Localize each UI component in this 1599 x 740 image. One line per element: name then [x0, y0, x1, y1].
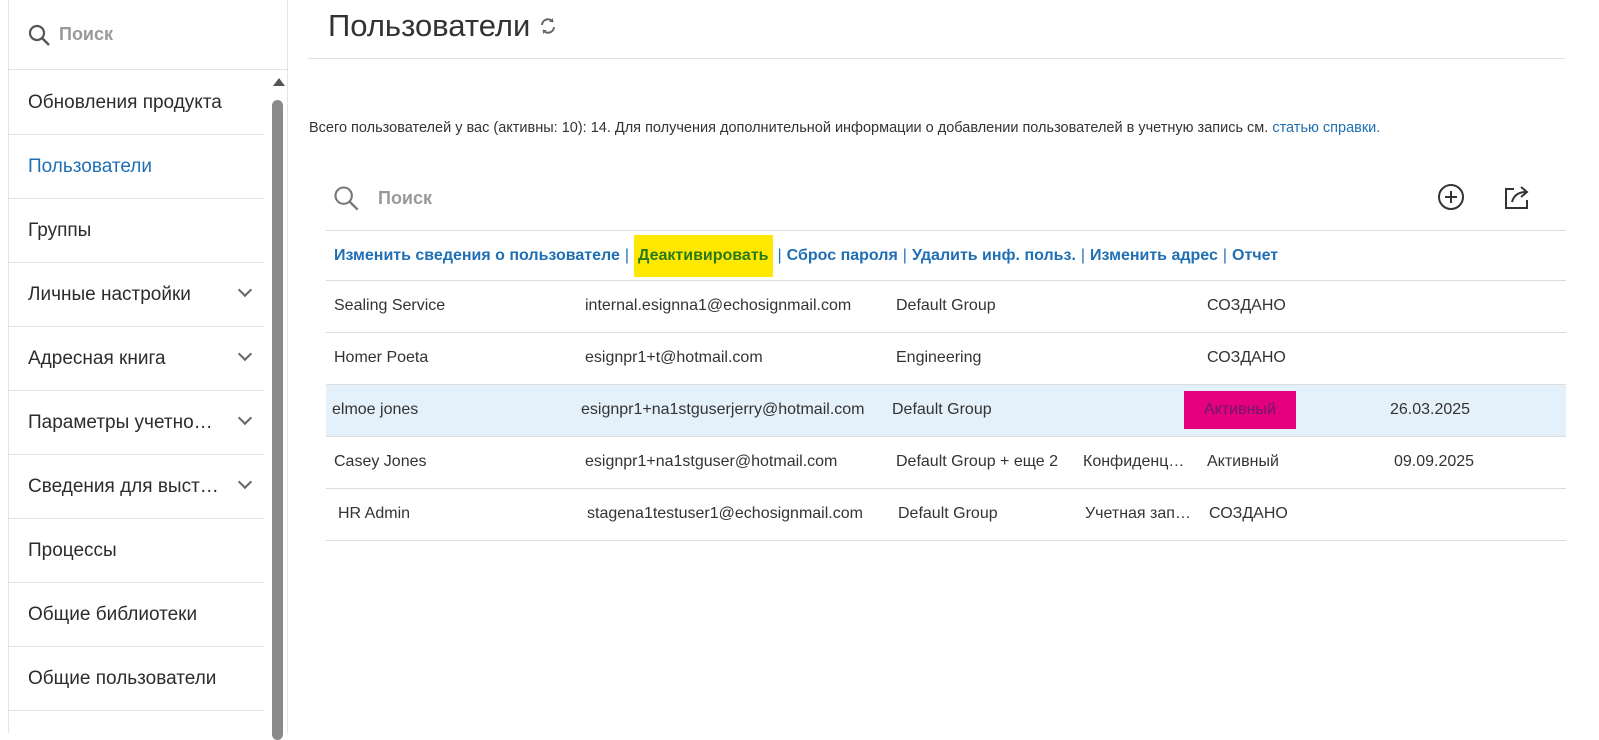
table-row[interactable]: HR Admin stagena1testuser1@echosignmail.c…	[326, 489, 1566, 541]
change-email-link[interactable]: Изменить адрес	[1090, 247, 1218, 265]
sidebar-search-input[interactable]: Поиск	[9, 0, 287, 70]
table-row[interactable]: elmoe jones esignpr1+na1stguserjerry@hotm…	[326, 385, 1566, 437]
separator: |	[902, 246, 907, 264]
user-actions-bar: Изменить сведения о пользователе | Деакти…	[326, 230, 1566, 281]
cell-email: esignpr1+na1stguserjerry@hotmail.com	[581, 401, 865, 418]
table-row[interactable]: Casey Jones esignpr1+na1stguser@hotmail.c…	[326, 437, 1566, 489]
sidebar-item-label: Параметры учетно…	[28, 411, 213, 433]
add-user-icon[interactable]	[1436, 182, 1466, 212]
sidebar-item[interactable]: Общие пользователи	[9, 647, 264, 711]
cell-group: Default Group + еще 2	[896, 453, 1058, 470]
cell-status: СОЗДАНО	[1209, 505, 1288, 522]
sidebar-search-placeholder: Поиск	[59, 24, 114, 44]
search-placeholder: Поиск	[378, 187, 433, 208]
sidebar-item-label: Адресная книга	[28, 347, 166, 369]
sidebar: Поиск Обновления продукта Пользователи Гру…	[8, 0, 288, 740]
page-title: Пользователи	[328, 8, 558, 44]
cell-group: Default Group	[896, 297, 996, 314]
cell-email: stagena1testuser1@echosignmail.com	[587, 505, 863, 522]
cell-extra: Конфиденц…	[1083, 453, 1185, 470]
cell-name: Homer Poeta	[334, 349, 429, 366]
user-search-input[interactable]: Поиск	[332, 184, 432, 212]
separator: |	[1222, 246, 1228, 264]
search-icon	[334, 186, 359, 211]
cell-status: СОЗДАНО	[1207, 297, 1286, 314]
cell-status: Активный	[1184, 391, 1296, 429]
sidebar-item-label: Обновления продукта	[28, 91, 222, 113]
chevron-down-icon[interactable]	[237, 474, 253, 490]
cell-email: internal.esignna1@echosignmail.com	[585, 297, 852, 314]
sidebar-item[interactable]: Обновления продукта	[9, 71, 264, 135]
separator: |	[777, 246, 782, 264]
sidebar-item[interactable]: Личные настройки	[9, 263, 264, 327]
scroll-up-arrow-icon[interactable]	[273, 78, 285, 86]
table-row[interactable]: Homer Poeta esignpr1+t@hotmail.com Enginee…	[326, 333, 1566, 385]
cell-email: esignpr1+t@hotmail.com	[585, 349, 763, 366]
sidebar-item[interactable]: Общие библиотеки	[9, 583, 264, 647]
sidebar-item-label: Общие пользователи	[28, 667, 217, 689]
table-row[interactable]: Sealing Service internal.esignna1@echosig…	[326, 281, 1566, 333]
sidebar-item-label: Личные настройки	[28, 283, 191, 305]
sidebar-item[interactable]: Группы	[9, 199, 264, 263]
scroll-thumb[interactable]	[272, 100, 283, 740]
cell-group: Default Group	[892, 401, 992, 418]
cell-status: Активный	[1207, 453, 1279, 470]
cell-name: Sealing Service	[334, 297, 446, 314]
export-icon[interactable]	[1502, 182, 1532, 212]
sidebar-item-label: Сведения для выст…	[28, 475, 219, 497]
separator: |	[624, 246, 630, 264]
cell-name: HR Admin	[338, 505, 411, 522]
separator: |	[1080, 246, 1086, 264]
sidebar-item[interactable]: Сведения для выст…	[9, 455, 264, 519]
page-title-text: Пользователи	[328, 8, 531, 43]
sidebar-item-label: Общие библиотеки	[28, 603, 198, 625]
reset-password-link[interactable]: Сброс пароля	[787, 247, 898, 265]
sidebar-item[interactable]: Пользователи	[9, 135, 264, 199]
sidebar-item-label: Группы	[28, 219, 92, 241]
cell-status: СОЗДАНО	[1207, 349, 1286, 366]
edit-user-info-link[interactable]: Изменить сведения о пользователе	[334, 247, 620, 265]
refresh-icon[interactable]	[538, 16, 558, 36]
search-icon	[28, 24, 50, 46]
divider	[308, 58, 1565, 59]
cell-email: esignpr1+na1stguser@hotmail.com	[585, 453, 838, 470]
cell-group: Default Group	[898, 505, 998, 522]
cell-group: Engineering	[896, 349, 982, 366]
sidebar-item-label: Пользователи	[28, 155, 153, 177]
info-message: Всего пользователей у вас (активны: 10):…	[309, 120, 1269, 136]
cell-extra: Учетная зап…	[1085, 505, 1191, 522]
sidebar-item-label: Процессы	[28, 539, 117, 561]
chevron-down-icon[interactable]	[237, 346, 253, 362]
deactivate-link[interactable]: Деактивировать	[634, 234, 773, 277]
cell-name: Casey Jones	[334, 453, 427, 470]
sidebar-item[interactable]: Адресная книга	[9, 327, 264, 391]
sidebar-scrollbar[interactable]	[269, 72, 287, 740]
report-link[interactable]: Отчет	[1232, 247, 1278, 265]
cell-date: 09.09.2025	[1394, 453, 1475, 470]
chevron-down-icon[interactable]	[237, 410, 253, 426]
sidebar-item[interactable]: Процессы	[9, 519, 264, 583]
sidebar-item[interactable]: Параметры учетно…	[9, 391, 264, 455]
delete-user-info-link[interactable]: Удалить инф. польз.	[912, 247, 1076, 265]
cell-name: elmoe jones	[332, 401, 419, 418]
chevron-down-icon[interactable]	[237, 282, 253, 298]
info-text: Всего пользователей у вас (активны: 10):…	[309, 120, 1380, 136]
help-article-link[interactable]: статью справки.	[1272, 120, 1380, 136]
cell-date: 26.03.2025	[1390, 401, 1471, 418]
